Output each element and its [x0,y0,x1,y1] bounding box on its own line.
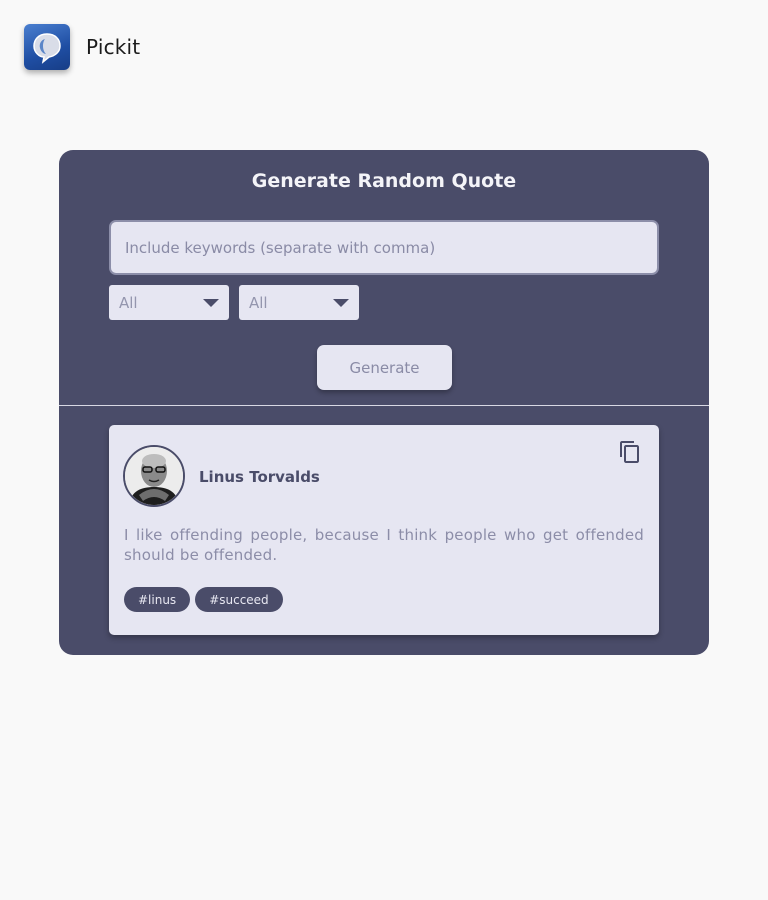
author-dropdown-value: All [249,293,268,312]
app-header: Pickit [24,24,140,70]
quote-author: Linus Torvalds [199,468,320,486]
category-dropdown[interactable]: All [109,285,229,320]
tag-list: #linus #succeed [124,587,283,612]
quote-text: I like offending people, because I think… [124,526,644,564]
author-dropdown[interactable]: All [239,285,359,320]
app-name: Pickit [86,35,141,59]
divider [59,405,709,406]
copy-button[interactable] [617,439,643,465]
tag-chip[interactable]: #succeed [195,587,283,612]
avatar [123,445,185,507]
copy-icon [620,441,639,463]
tag-chip[interactable]: #linus [124,587,191,612]
quote-generator-panel: Generate Random Quote All All Generate L… [59,150,709,655]
chevron-down-icon [333,298,349,307]
panel-title: Generate Random Quote [251,170,517,192]
speech-bubble-icon [33,33,61,64]
category-dropdown-value: All [119,293,138,312]
keywords-input[interactable] [109,220,659,275]
chevron-down-icon [203,298,219,307]
generate-button[interactable]: Generate [317,345,452,390]
author-portrait [125,447,183,505]
app-logo[interactable] [24,24,70,70]
quote-card: Linus Torvalds I like offending people, … [109,425,659,635]
